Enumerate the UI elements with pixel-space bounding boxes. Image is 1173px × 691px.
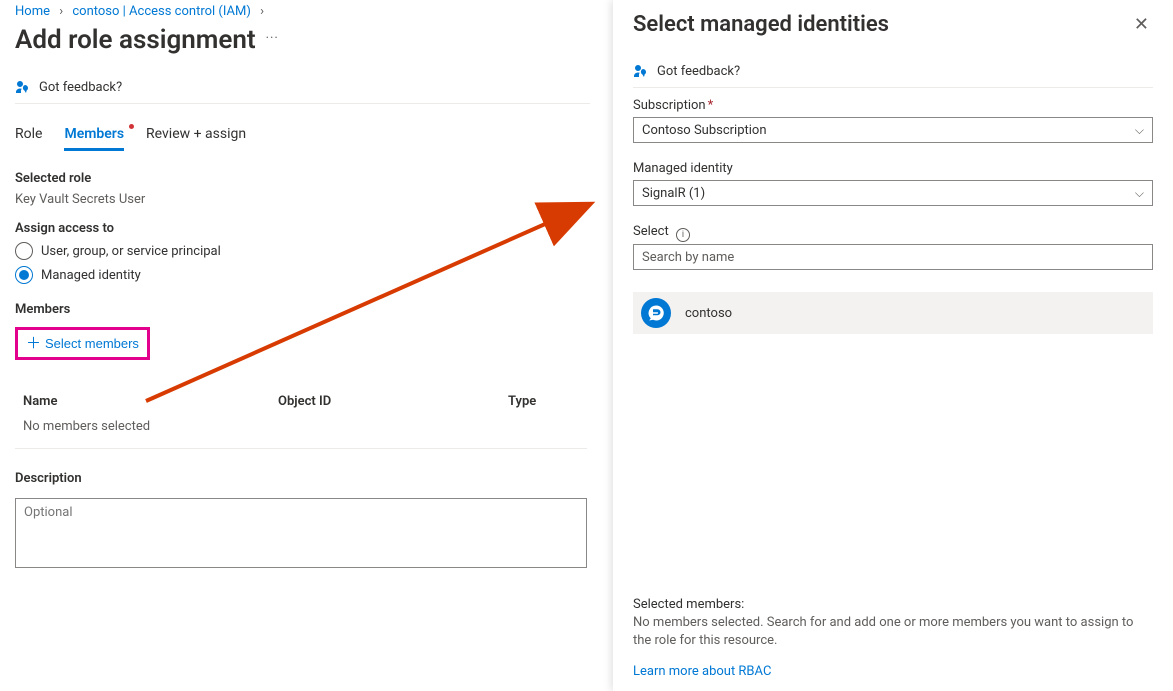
identity-result-name: contoso [685,306,732,321]
tab-role[interactable]: Role [15,126,42,151]
page-title: Add role assignment [15,25,256,55]
panel-feedback-link[interactable]: Got feedback? [633,57,1153,88]
selected-members-title: Selected members: [633,597,1153,612]
radio-icon [15,266,33,284]
members-table: Name Object ID Type No members selected [15,388,587,449]
subscription-label: Subscription* [633,98,1153,113]
panel-title: Select managed identities [633,12,889,37]
selected-role-value: Key Vault Secrets User [15,192,590,207]
info-icon[interactable]: i [676,228,690,242]
selected-members-text: No members selected. Search for and add … [633,614,1153,650]
column-type: Type [508,394,579,409]
assign-access-label: Assign access to [15,221,590,236]
chevron-right-icon: › [59,4,63,19]
selected-role-label: Selected role [15,171,590,186]
identity-result-row[interactable]: contoso [633,292,1153,334]
more-actions-icon[interactable]: ··· [266,31,279,46]
plus-icon: ＋ [26,336,41,351]
tabs: Role Members Review + assign [15,126,590,151]
signalr-icon [641,298,671,328]
managed-identity-value: SignalR (1) [642,186,705,201]
tab-members[interactable]: Members [64,126,124,151]
subscription-value: Contoso Subscription [642,123,767,138]
managed-identity-label: Managed identity [633,161,1153,176]
column-name: Name [23,394,278,409]
chevron-down-icon: ⌵ [1135,186,1144,201]
select-members-button[interactable]: ＋ Select members [20,332,145,355]
feedback-label: Got feedback? [657,64,740,79]
radio-icon [15,242,33,260]
chevron-down-icon: ⌵ [1135,123,1144,138]
tab-members-label: Members [64,126,124,142]
subscription-select[interactable]: Contoso Subscription ⌵ [633,117,1153,143]
members-label: Members [15,302,590,317]
main-content: Home › contoso | Access control (IAM) › … [0,0,590,572]
feedback-icon [15,79,31,95]
description-label: Description [15,471,590,486]
radio-user-group-sp[interactable]: User, group, or service principal [15,242,590,260]
breadcrumb-home[interactable]: Home [15,4,50,19]
column-object-id: Object ID [278,394,508,409]
feedback-label: Got feedback? [39,80,122,95]
radio-label: Managed identity [41,268,141,283]
search-input[interactable] [633,244,1153,270]
description-field[interactable] [15,498,587,568]
members-empty: No members selected [15,415,587,449]
feedback-icon [633,63,649,79]
select-label: Select i [633,224,1153,240]
breadcrumb: Home › contoso | Access control (IAM) › [15,4,590,19]
annotation-highlight: ＋ Select members [15,327,150,360]
panel-footer: Selected members: No members selected. S… [633,597,1153,691]
select-managed-identities-panel: Select managed identities ✕ Got feedback… [613,0,1173,691]
close-icon[interactable]: ✕ [1130,10,1153,39]
select-members-label: Select members [45,336,139,351]
breadcrumb-item[interactable]: contoso | Access control (IAM) [72,4,251,19]
managed-identity-select[interactable]: SignalR (1) ⌵ [633,180,1153,206]
feedback-link[interactable]: Got feedback? [15,73,590,104]
radio-managed-identity[interactable]: Managed identity [15,266,590,284]
tab-indicator-icon [129,124,134,129]
learn-more-rbac-link[interactable]: Learn more about RBAC [633,664,771,679]
tab-review-assign[interactable]: Review + assign [146,126,246,151]
radio-label: User, group, or service principal [41,244,221,259]
chevron-right-icon: › [260,4,264,19]
required-icon: * [708,98,714,113]
